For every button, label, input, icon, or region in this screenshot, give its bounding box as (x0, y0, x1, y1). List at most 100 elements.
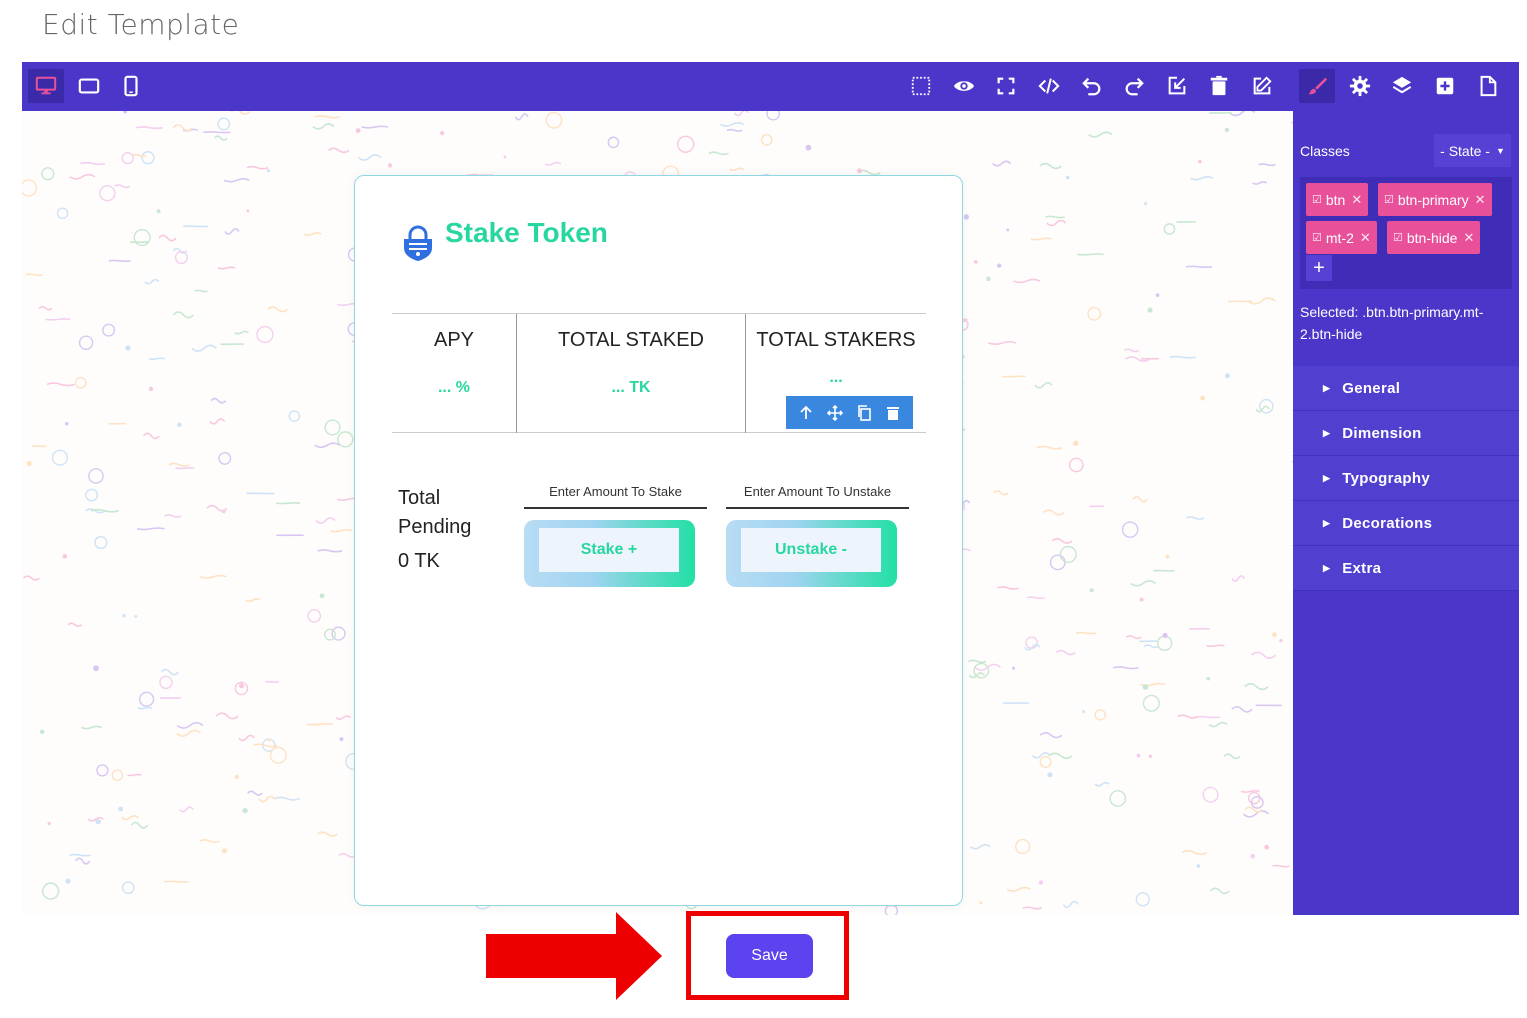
confetti-piece (269, 746, 287, 764)
tablet-view-icon[interactable] (71, 69, 107, 103)
state-select[interactable]: - State - ▼ (1434, 134, 1511, 167)
confetti-piece (1144, 202, 1148, 206)
confetti-piece (125, 345, 131, 351)
undo-icon[interactable] (1074, 69, 1110, 103)
settings-gear-icon[interactable] (1342, 69, 1378, 103)
checkbox-icon[interactable]: ☑ (1393, 231, 1403, 244)
confetti-piece (1039, 732, 1063, 739)
confetti-piece (306, 723, 334, 726)
close-icon[interactable]: ✕ (1360, 230, 1371, 246)
confetti-piece (121, 881, 135, 895)
confetti-piece (1190, 176, 1214, 181)
class-tag[interactable]: ☑ btn-primary ✕ (1378, 183, 1492, 216)
confetti-piece (1200, 395, 1206, 401)
stake-token-card[interactable]: Stake Token APY ... % TOTAL STAKED ... T… (354, 175, 963, 906)
confetti-piece (160, 668, 179, 676)
stake-button[interactable]: Stake + (524, 520, 695, 587)
editor-canvas[interactable]: Stake Token APY ... % TOTAL STAKED ... T… (22, 111, 1293, 915)
edit-icon[interactable] (1244, 69, 1280, 103)
close-icon[interactable]: ✕ (1475, 192, 1486, 208)
caret-right-icon: ▶ (1323, 382, 1331, 393)
confetti-piece (1062, 900, 1079, 909)
confetti-piece (514, 113, 529, 121)
page-icon[interactable] (1470, 69, 1506, 103)
confetti-piece (142, 432, 160, 440)
selected-selector: Selected: .btn.btn-primary.mt-2.btn-hide (1300, 304, 1484, 342)
class-tag-label: mt-2 (1325, 229, 1354, 246)
class-tag[interactable]: ☑ btn-hide ✕ (1387, 221, 1481, 254)
add-block-icon[interactable] (1427, 69, 1463, 103)
confetti-piece (172, 311, 194, 319)
code-icon[interactable] (1031, 69, 1067, 103)
confetti-piece (339, 737, 344, 742)
confetti-piece (75, 857, 91, 865)
confetti-piece (22, 179, 38, 197)
confetti-piece (1162, 632, 1168, 639)
confetti-piece (997, 586, 1019, 590)
confetti-piece (324, 419, 341, 436)
checkbox-icon[interactable]: ☑ (1384, 193, 1394, 206)
total-pending-value: 0 TK (398, 550, 440, 572)
trash-icon[interactable] (1201, 69, 1237, 103)
arrow-up-icon[interactable] (798, 405, 814, 421)
show-borders-icon[interactable] (903, 69, 939, 103)
checkbox-icon[interactable]: ☑ (1312, 193, 1322, 206)
mobile-view-icon[interactable] (113, 69, 149, 103)
unstake-amount-input[interactable]: Enter Amount To Unstake (726, 474, 909, 509)
copy-icon[interactable] (856, 404, 872, 421)
desktop-view-icon[interactable] (28, 69, 64, 103)
confetti-piece (214, 135, 228, 141)
class-tag[interactable]: ☑ mt-2 ✕ (1306, 221, 1377, 254)
confetti-piece (726, 128, 743, 132)
confetti-piece (134, 614, 138, 618)
confetti-piece (178, 806, 194, 813)
fullscreen-icon[interactable] (988, 69, 1024, 103)
layers-icon[interactable] (1384, 69, 1420, 103)
sector-extra[interactable]: ▶ Extra (1293, 546, 1519, 591)
confetti-piece (1038, 880, 1044, 885)
confetti-piece (1015, 838, 1031, 855)
sector-decorations[interactable]: ▶ Decorations (1293, 501, 1519, 546)
stake-button-label: Stake + (539, 528, 679, 572)
confetti-piece (158, 234, 177, 242)
import-icon[interactable] (1159, 69, 1195, 103)
add-class-button[interactable]: + (1306, 255, 1332, 281)
confetti-piece (56, 207, 69, 220)
stake-amount-input[interactable]: Enter Amount To Stake (524, 474, 707, 509)
checkbox-icon[interactable]: ☑ (1312, 231, 1322, 244)
style-manager-brush-icon[interactable] (1299, 69, 1335, 103)
sector-typography[interactable]: ▶ Typography (1293, 456, 1519, 501)
confetti-piece (253, 743, 278, 748)
sector-dimension[interactable]: ▶ Dimension (1293, 411, 1519, 456)
close-icon[interactable]: ✕ (1351, 192, 1362, 208)
confetti-piece (239, 683, 245, 689)
class-tag[interactable]: ☑ btn ✕ (1306, 183, 1369, 216)
confetti-piece (1224, 373, 1230, 379)
sector-general[interactable]: ▶ General (1293, 366, 1519, 411)
confetti-piece (1202, 786, 1219, 803)
confetti-piece (177, 422, 182, 427)
save-button[interactable]: Save (726, 934, 813, 978)
confetti-piece (121, 151, 134, 165)
move-icon[interactable] (827, 404, 844, 421)
confetti-piece (274, 796, 300, 801)
confetti-piece (1112, 666, 1139, 670)
confetti-piece (114, 184, 131, 189)
confetti-piece (355, 128, 361, 134)
confetti-piece (974, 663, 1002, 671)
preview-eye-icon[interactable] (946, 69, 982, 103)
confetti-piece (440, 131, 445, 136)
close-icon[interactable]: ✕ (1463, 230, 1474, 246)
class-tag-label: btn-hide (1406, 229, 1458, 246)
delete-icon[interactable] (885, 405, 901, 421)
confetti-piece (1027, 596, 1045, 600)
confetti-piece (1156, 635, 1173, 651)
confetti-piece (267, 306, 288, 313)
confetti-piece (1206, 676, 1211, 681)
confetti-piece (217, 266, 236, 270)
confetti-piece (805, 144, 812, 151)
confetti-piece (46, 382, 75, 387)
unstake-button[interactable]: Unstake - (726, 520, 897, 587)
redo-icon[interactable] (1116, 69, 1152, 103)
confetti-piece (1252, 181, 1268, 185)
